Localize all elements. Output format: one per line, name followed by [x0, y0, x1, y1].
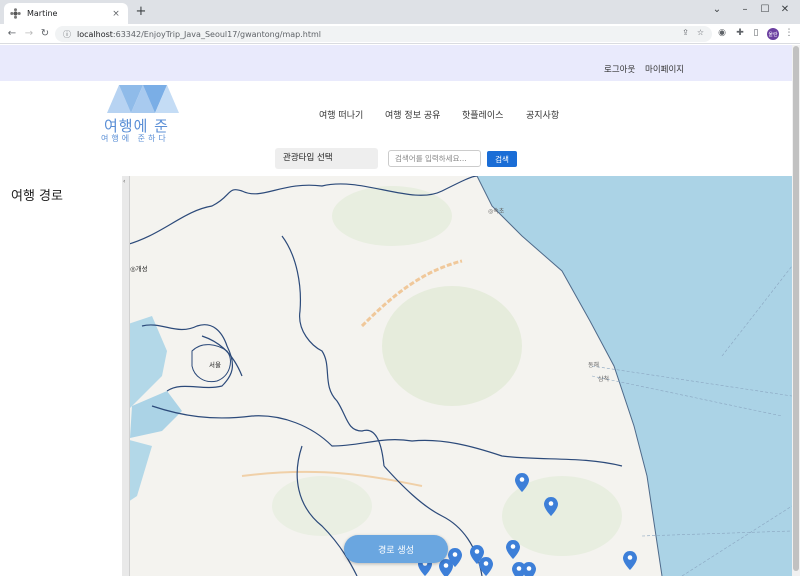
reload-icon[interactable]: ↻: [38, 26, 52, 40]
close-window-icon[interactable]: ✕: [778, 4, 792, 15]
map-marker-icon[interactable]: [479, 557, 493, 576]
share-icon[interactable]: ⇪: [682, 28, 689, 37]
forward-arrow-icon[interactable]: →: [22, 26, 36, 40]
minimize-icon[interactable]: –: [738, 4, 752, 15]
tab-search-chevron-icon[interactable]: ⌄: [710, 4, 724, 15]
tab-title: Martine: [27, 9, 58, 18]
map-marker-icon[interactable]: [506, 540, 520, 559]
extension-eye-icon[interactable]: ◉: [716, 27, 728, 39]
address-bar[interactable]: ⓘ localhost:63342/EnjoyTrip_Java_Seoul17…: [55, 26, 712, 42]
scrollbar-thumb[interactable]: [793, 46, 799, 571]
maximize-icon[interactable]: ☐: [758, 4, 772, 15]
tab-close-icon[interactable]: ×: [110, 9, 122, 19]
search-button[interactable]: 검색: [487, 151, 517, 167]
top-utility-bar: 로그아웃 마이페이지: [0, 45, 800, 81]
logo-tagline: 여행에 준하다: [101, 134, 169, 143]
back-arrow-icon[interactable]: ←: [5, 26, 19, 40]
map-marker-icon[interactable]: [522, 562, 536, 576]
nav-hotplace[interactable]: 핫플레이스: [462, 108, 503, 121]
extensions-puzzle-icon[interactable]: ✚: [734, 27, 746, 39]
site-info-icon[interactable]: ⓘ: [63, 29, 71, 40]
mypage-link[interactable]: 마이페이지: [645, 63, 684, 75]
new-tab-button[interactable]: +: [134, 5, 148, 19]
map-view[interactable]: ‹ ◎개성 서울 ◎속초 동해 삼척: [122, 176, 792, 576]
nav-trip-share[interactable]: 여행 정보 공유: [385, 108, 440, 121]
search-input[interactable]: [388, 150, 481, 167]
map-marker-icon[interactable]: [623, 551, 637, 570]
browser-toolbar: ← → ↻ ⓘ localhost:63342/EnjoyTrip_Java_S…: [0, 24, 800, 44]
browser-tab[interactable]: Martine ×: [4, 3, 128, 24]
side-panel-icon[interactable]: ▯: [750, 27, 762, 39]
flower-favicon-icon: [10, 8, 21, 19]
profile-avatar[interactable]: 울란: [767, 28, 779, 40]
create-route-button[interactable]: 경로 생성: [344, 535, 448, 563]
route-section-title: 여행 경로: [11, 189, 63, 204]
logout-link[interactable]: 로그아웃: [604, 63, 635, 75]
url-text: localhost:63342/EnjoyTrip_Java_Seoul17/g…: [77, 29, 322, 39]
map-marker-icon[interactable]: [439, 559, 453, 576]
marker-pins: [418, 473, 637, 576]
bookmark-star-icon[interactable]: ☆: [697, 28, 704, 37]
tour-type-select[interactable]: 관광타입 선택: [275, 148, 378, 169]
nav-notice[interactable]: 공지사항: [526, 108, 559, 121]
nav-trip-start[interactable]: 여행 떠나기: [319, 108, 363, 121]
browser-tabstrip: Martine × + ⌄ – ☐ ✕: [0, 0, 800, 24]
map-marker-icon[interactable]: [544, 497, 558, 516]
browser-menu-icon[interactable]: ⋮: [783, 27, 795, 39]
page-scrollbar[interactable]: [792, 45, 800, 576]
map-marker-icon[interactable]: [515, 473, 529, 492]
